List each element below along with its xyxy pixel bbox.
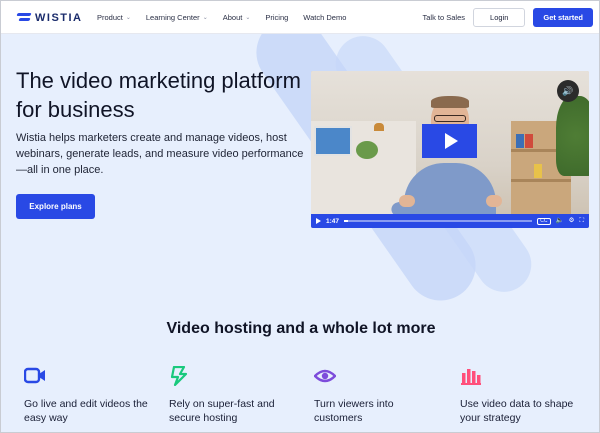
video-scene-shelf-board: [511, 179, 571, 182]
settings-icon[interactable]: ⚙: [569, 217, 575, 225]
video-controls: 1:47 CC 🔈 ⚙ ⛶: [311, 214, 589, 228]
video-scene-book: [534, 164, 542, 178]
chevron-down-icon: ⌄: [245, 15, 251, 21]
hero-title: The video marketing platform for busines…: [16, 68, 301, 122]
nav-item-learning-center[interactable]: Learning Center ⌄: [146, 13, 208, 22]
hero-description: Wistia helps marketers create and manage…: [16, 132, 304, 176]
eye-icon: [314, 369, 336, 383]
play-icon[interactable]: [316, 218, 321, 224]
chevron-down-icon: ⌄: [202, 15, 208, 21]
talk-to-sales-link[interactable]: Talk to Sales: [423, 13, 466, 22]
fullscreen-icon[interactable]: ⛶: [579, 217, 584, 225]
video-scene-lamp: [374, 123, 384, 131]
browser-viewport: WISTIA Product ⌄ Learning Center ⌄ About…: [0, 0, 600, 433]
camera-icon: [24, 367, 45, 384]
play-icon: [444, 133, 458, 149]
captions-icon[interactable]: CC: [537, 217, 551, 225]
login-button[interactable]: Login: [473, 8, 526, 27]
top-navigation: WISTIA Product ⌄ Learning Center ⌄ About…: [1, 1, 599, 34]
video-scene-book: [525, 134, 533, 148]
wistia-logo[interactable]: WISTIA: [16, 10, 83, 26]
video-scene-presenter-hand: [399, 195, 415, 207]
video-scene-presenter-hair: [431, 96, 469, 108]
video-scene-presenter-hand: [486, 195, 502, 207]
video-scene-presenter-glasses: [434, 115, 466, 122]
volume-icon[interactable]: 🔈: [556, 217, 564, 225]
get-started-button[interactable]: Get started: [533, 8, 593, 27]
lightning-icon: [170, 366, 188, 386]
video-duration: 1:47: [326, 217, 340, 225]
video-scene-monitor: [314, 126, 352, 156]
features-section-title: Video hosting and a whole lot more: [166, 320, 436, 337]
nav-item-label: Learning Center: [145, 13, 200, 22]
nav-item-watch-demo[interactable]: Watch Demo: [303, 13, 346, 22]
nav-actions: Talk to Sales Login Get started: [423, 8, 593, 27]
nav-item-about[interactable]: About ⌄: [223, 13, 251, 22]
chevron-down-icon: ⌄: [125, 15, 131, 21]
bar-chart-icon: [461, 369, 481, 385]
video-progress-bar[interactable]: [344, 220, 533, 222]
nav-item-label: Watch Demo: [303, 13, 347, 22]
feature-text: Turn viewers into customers: [314, 398, 394, 424]
video-progress-fill: [344, 220, 348, 222]
wistia-logo-icon: [16, 12, 32, 24]
explore-plans-button[interactable]: Explore plans: [16, 194, 95, 219]
nav-item-label: Pricing: [265, 13, 289, 22]
nav-links: Product ⌄ Learning Center ⌄ About ⌄ Pric…: [97, 1, 346, 34]
features-list: Go live and edit videos the easy way Rel…: [24, 366, 584, 432]
video-scene-plant: [356, 141, 378, 159]
feature-text: Rely on super-fast and secure hosting: [169, 398, 275, 424]
video-scene-book: [516, 134, 524, 148]
feature-text: Go live and edit videos the easy way: [24, 398, 148, 424]
volume-icon[interactable]: 🔊: [557, 80, 579, 102]
logo-text: WISTIA: [35, 12, 83, 24]
nav-item-pricing[interactable]: Pricing: [265, 13, 288, 22]
hero-section: The video marketing platform for busines…: [1, 34, 599, 432]
video-scene-plant: [556, 96, 589, 176]
nav-item-label: About: [222, 13, 243, 22]
nav-item-label: Product: [97, 13, 123, 22]
nav-item-product[interactable]: Product ⌄: [97, 13, 131, 22]
video-player[interactable]: 🔊 1:47 CC 🔈 ⚙ ⛶: [311, 71, 589, 228]
play-button[interactable]: [422, 124, 477, 158]
feature-text: Use video data to shape your strategy: [460, 398, 574, 424]
